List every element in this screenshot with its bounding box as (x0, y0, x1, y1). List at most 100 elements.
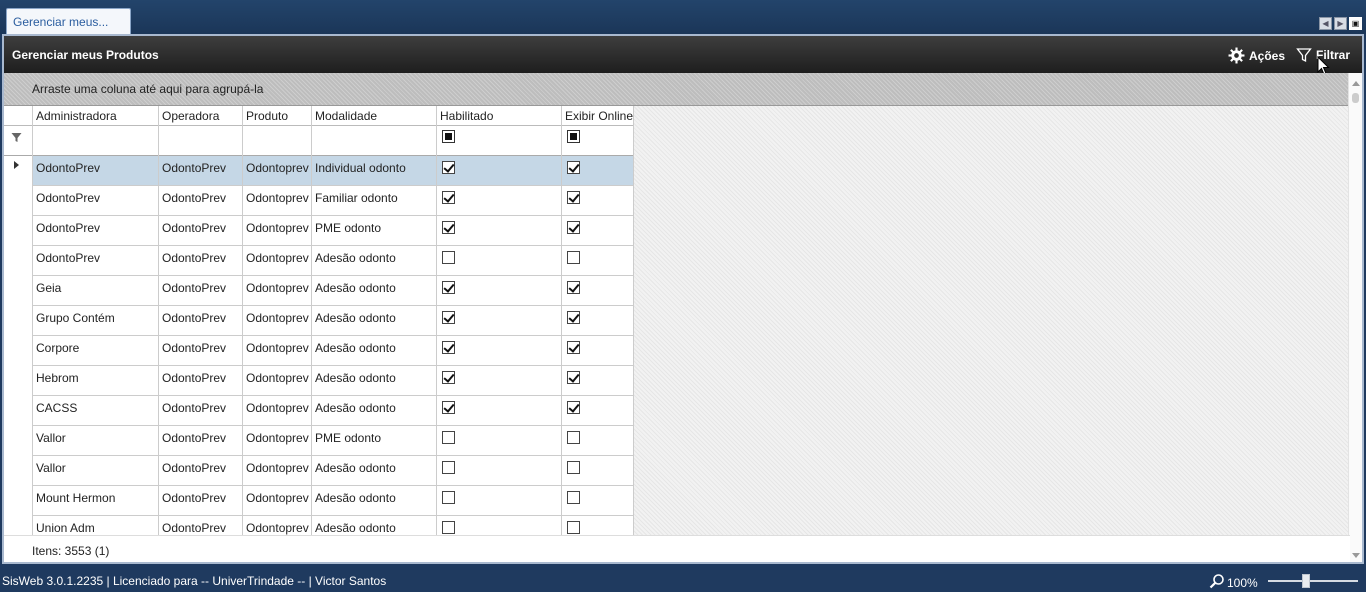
cell-administradora[interactable]: Union Adm (33, 516, 159, 535)
cell-operadora[interactable]: OdontoPrev (159, 216, 243, 246)
cell-produto[interactable]: Odontoprev (243, 306, 312, 336)
table-row[interactable]: Hebrom OdontoPrev Odontoprev Adesão odonto (4, 366, 634, 396)
row-indicator[interactable] (4, 396, 33, 426)
column-header-produto[interactable]: Produto (243, 106, 312, 126)
cell-operadora[interactable]: OdontoPrev (159, 156, 243, 186)
habilitado-checkbox[interactable] (442, 281, 455, 294)
cell-modalidade[interactable]: Adesão odonto (312, 516, 437, 535)
table-row[interactable]: Vallor OdontoPrev Odontoprev PME odonto (4, 426, 634, 456)
filter-administradora[interactable] (33, 126, 159, 156)
row-indicator[interactable] (4, 156, 33, 186)
cell-administradora[interactable]: OdontoPrev (33, 246, 159, 276)
cell-operadora[interactable]: OdontoPrev (159, 336, 243, 366)
row-indicator[interactable] (4, 516, 33, 535)
column-header-exibir-online[interactable]: Exibir Online (562, 106, 634, 126)
cell-operadora[interactable]: OdontoPrev (159, 426, 243, 456)
habilitado-checkbox[interactable] (442, 371, 455, 384)
table-row[interactable]: Corpore OdontoPrev Odontoprev Adesão odonto (4, 336, 634, 366)
cell-modalidade[interactable]: PME odonto (312, 216, 437, 246)
cell-operadora[interactable]: OdontoPrev (159, 246, 243, 276)
cell-administradora[interactable]: CACSS (33, 396, 159, 426)
group-by-panel[interactable]: Arraste uma coluna até aqui para agrupá-… (4, 73, 1350, 106)
cell-produto[interactable]: Odontoprev (243, 336, 312, 366)
row-indicator[interactable] (4, 306, 33, 336)
cell-produto[interactable]: Odontoprev (243, 186, 312, 216)
row-indicator[interactable] (4, 276, 33, 306)
cell-produto[interactable]: Odontoprev (243, 216, 312, 246)
exibir-online-checkbox[interactable] (567, 521, 580, 534)
cell-produto[interactable]: Odontoprev (243, 276, 312, 306)
cell-modalidade[interactable]: Adesão odonto (312, 486, 437, 516)
habilitado-checkbox[interactable] (442, 431, 455, 444)
cell-produto[interactable]: Odontoprev (243, 396, 312, 426)
cell-modalidade[interactable]: Adesão odonto (312, 276, 437, 306)
row-indicator[interactable] (4, 216, 33, 246)
table-row[interactable]: Vallor OdontoPrev Odontoprev Adesão odonto (4, 456, 634, 486)
cell-modalidade[interactable]: Adesão odonto (312, 396, 437, 426)
habilitado-checkbox[interactable] (442, 521, 455, 534)
habilitado-checkbox[interactable] (442, 401, 455, 414)
filter-operadora[interactable] (159, 126, 243, 156)
scroll-up-icon[interactable] (1352, 81, 1360, 86)
table-row[interactable]: Geia OdontoPrev Odontoprev Adesão odonto (4, 276, 634, 306)
vertical-scrollbar[interactable] (1348, 73, 1362, 562)
row-indicator[interactable] (4, 426, 33, 456)
cell-modalidade[interactable]: Adesão odonto (312, 366, 437, 396)
filter-exibir-online[interactable] (562, 126, 634, 156)
table-row[interactable]: Mount Hermon OdontoPrev Odontoprev Adesão o… (4, 486, 634, 516)
table-row[interactable]: OdontoPrev OdontoPrev Odontoprev Familiar o… (4, 186, 634, 216)
cell-produto[interactable]: Odontoprev (243, 456, 312, 486)
cell-modalidade[interactable]: Adesão odonto (312, 246, 437, 276)
cell-produto[interactable]: Odontoprev (243, 516, 312, 535)
cell-modalidade[interactable]: Adesão odonto (312, 336, 437, 366)
cell-administradora[interactable]: Hebrom (33, 366, 159, 396)
tab-list-icon[interactable]: ▣ (1349, 17, 1362, 30)
cell-modalidade[interactable]: PME odonto (312, 426, 437, 456)
habilitado-checkbox[interactable] (442, 221, 455, 234)
exibir-online-checkbox[interactable] (567, 251, 580, 264)
row-indicator[interactable] (4, 366, 33, 396)
magnifier-icon[interactable] (1209, 573, 1225, 592)
cell-produto[interactable]: Odontoprev (243, 366, 312, 396)
exibir-online-checkbox[interactable] (567, 221, 580, 234)
exibir-online-checkbox[interactable] (567, 341, 580, 354)
habilitado-checkbox[interactable] (442, 191, 455, 204)
cell-produto[interactable]: Odontoprev (243, 246, 312, 276)
cell-produto[interactable]: Odontoprev (243, 486, 312, 516)
filter-exibir-online-checkbox[interactable] (567, 130, 580, 143)
column-header-operadora[interactable]: Operadora (159, 106, 243, 126)
cell-operadora[interactable]: OdontoPrev (159, 486, 243, 516)
cell-administradora[interactable]: Geia (33, 276, 159, 306)
exibir-online-checkbox[interactable] (567, 461, 580, 474)
cell-modalidade[interactable]: Adesão odonto (312, 306, 437, 336)
cell-operadora[interactable]: OdontoPrev (159, 186, 243, 216)
table-row[interactable]: Union Adm OdontoPrev Odontoprev Adesão odon… (4, 516, 634, 535)
cell-produto[interactable]: Odontoprev (243, 156, 312, 186)
row-indicator[interactable] (4, 336, 33, 366)
row-indicator[interactable] (4, 486, 33, 516)
table-row[interactable]: OdontoPrev OdontoPrev Odontoprev Individual… (4, 156, 634, 186)
cell-administradora[interactable]: OdontoPrev (33, 156, 159, 186)
exibir-online-checkbox[interactable] (567, 431, 580, 444)
habilitado-checkbox[interactable] (442, 341, 455, 354)
exibir-online-checkbox[interactable] (567, 311, 580, 324)
cell-operadora[interactable]: OdontoPrev (159, 276, 243, 306)
exibir-online-checkbox[interactable] (567, 401, 580, 414)
exibir-online-checkbox[interactable] (567, 281, 580, 294)
actions-button[interactable]: Ações (1228, 47, 1285, 64)
exibir-online-checkbox[interactable] (567, 491, 580, 504)
cell-produto[interactable]: Odontoprev (243, 426, 312, 456)
column-header-habilitado[interactable]: Habilitado (437, 106, 562, 126)
row-indicator[interactable] (4, 246, 33, 276)
exibir-online-checkbox[interactable] (567, 161, 580, 174)
filter-habilitado-checkbox[interactable] (442, 130, 455, 143)
cell-administradora[interactable]: Mount Hermon (33, 486, 159, 516)
table-row[interactable]: CACSS OdontoPrev Odontoprev Adesão odonto (4, 396, 634, 426)
exibir-online-checkbox[interactable] (567, 371, 580, 384)
table-row[interactable]: OdontoPrev OdontoPrev Odontoprev PME odonto (4, 216, 634, 246)
cell-modalidade[interactable]: Individual odonto (312, 156, 437, 186)
habilitado-checkbox[interactable] (442, 461, 455, 474)
cell-administradora[interactable]: Grupo Contém (33, 306, 159, 336)
cell-modalidade[interactable]: Adesão odonto (312, 456, 437, 486)
scroll-thumb[interactable] (1352, 93, 1359, 103)
